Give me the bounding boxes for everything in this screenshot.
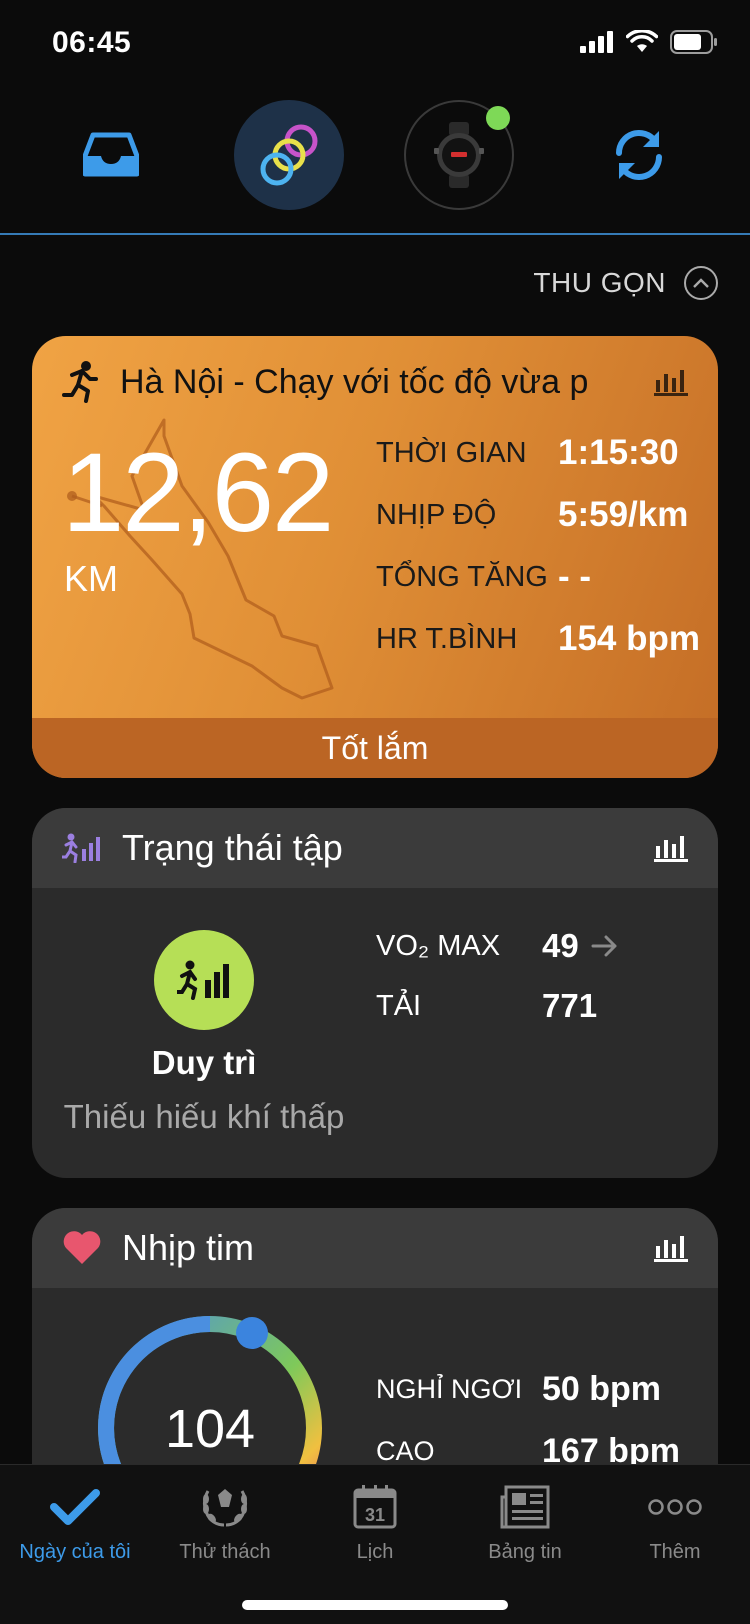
- status-icons: [580, 30, 718, 54]
- distance-value: 12,62: [62, 430, 334, 555]
- laurel-trophy-icon: [203, 1489, 247, 1527]
- distance-unit: KM: [64, 558, 118, 599]
- stat-row-vo2max: VO₂ MAX 49: [376, 916, 619, 976]
- stat-row-resting: NGHỈ NGƠI 50 bpm: [376, 1358, 680, 1420]
- more-icon: [648, 1499, 702, 1515]
- stat-value: 50 bpm: [542, 1369, 662, 1408]
- training-status-value: Duy trì: [151, 1044, 257, 1081]
- arrow-right-icon: [591, 935, 617, 957]
- rings-button[interactable]: [234, 100, 344, 210]
- stat-row-avg-hr: HR T.BÌNH 154 bpm: [376, 608, 700, 670]
- training-status-card[interactable]: Trạng thái tập Duy trì Thiếu hiếu khí th…: [32, 808, 718, 1178]
- stat-value: 1:15:30: [558, 433, 679, 472]
- battery-icon: [670, 30, 717, 54]
- stat-label: TẢI: [376, 989, 422, 1022]
- stat-value: - -: [558, 557, 592, 596]
- device-button[interactable]: [404, 100, 514, 210]
- home-indicator[interactable]: [242, 1600, 508, 1610]
- tab-label: Ngày của tôi: [19, 1541, 131, 1563]
- calendar-icon: 31: [353, 1485, 397, 1529]
- tab-my-day[interactable]: Ngày của tôi: [0, 1465, 150, 1585]
- heart-icon: [63, 1231, 101, 1264]
- maintaining-icon: [177, 960, 229, 1000]
- activity-header: Hà Nội - Chạy với tốc độ vừa p: [62, 356, 688, 408]
- training-status-title: Trạng thái tập: [122, 827, 343, 868]
- training-status-icon: [62, 833, 100, 863]
- stat-label: TỔNG TĂNG: [376, 560, 548, 593]
- stat-row-ascent: TỔNG TĂNG - -: [376, 546, 700, 608]
- heart-rate-card[interactable]: Nhịp tim 104 NGHỈ NGƠI 50 bpm CAO 167 bp…: [32, 1208, 718, 1508]
- training-status-detail: Thiếu hiếu khí thấp: [63, 1098, 345, 1135]
- wifi-icon: [626, 30, 658, 52]
- stat-value: 771: [542, 987, 598, 1024]
- checkmark-icon: [50, 1489, 100, 1525]
- device-connected-indicator: [486, 106, 510, 130]
- stat-label: NHỊP ĐỘ: [376, 498, 497, 531]
- training-status-body: Duy trì Thiếu hiếu khí thấp VO₂ MAX 49 T…: [32, 888, 718, 1178]
- inbox-button[interactable]: [56, 100, 166, 210]
- training-stats: VO₂ MAX 49 TẢI 771: [376, 916, 619, 1036]
- rings-icon: [260, 124, 318, 186]
- stat-value: 5:59/km: [558, 495, 689, 534]
- collapse-toggle[interactable]: THU GỌN: [533, 266, 718, 300]
- stat-value: 49: [542, 927, 619, 965]
- stat-label: THỜI GIAN: [376, 436, 527, 469]
- stat-label: VO₂ MAX: [376, 929, 501, 962]
- chevron-up-icon: [684, 266, 718, 300]
- tab-news-feed[interactable]: Bảng tin: [450, 1465, 600, 1585]
- tab-calendar[interactable]: 31 Lịch: [300, 1465, 450, 1585]
- heart-rate-current: 104: [164, 1399, 256, 1459]
- stat-label: CAO: [376, 1435, 435, 1466]
- bar-chart-icon[interactable]: [654, 368, 688, 396]
- running-icon: [62, 361, 98, 403]
- watch-icon: [434, 122, 484, 188]
- sync-button[interactable]: [584, 100, 694, 210]
- stat-row-time: THỜI GIAN 1:15:30: [376, 422, 700, 484]
- news-feed-icon: [500, 1485, 550, 1529]
- inbox-icon: [83, 132, 139, 177]
- activity-card[interactable]: Hà Nội - Chạy với tốc độ vừa p 12,62 KM …: [32, 336, 718, 778]
- sync-icon: [616, 130, 662, 180]
- stat-row-pace: NHỊP ĐỘ 5:59/km: [376, 484, 700, 546]
- stat-label: HR T.BÌNH: [376, 622, 518, 655]
- bar-chart-icon[interactable]: [654, 1234, 688, 1262]
- top-nav: [0, 100, 750, 220]
- tab-more[interactable]: Thêm: [600, 1465, 750, 1585]
- tab-label: Thêm: [649, 1541, 701, 1563]
- heart-rate-title: Nhịp tim: [122, 1227, 255, 1268]
- stat-label: NGHỈ NGƠI: [376, 1373, 523, 1404]
- tab-challenges[interactable]: Thử thách: [150, 1465, 300, 1585]
- activity-rating: Tốt lắm: [32, 718, 718, 778]
- nav-divider: [0, 233, 750, 235]
- tab-label: Thử thách: [179, 1541, 271, 1563]
- collapse-label: THU GỌN: [533, 267, 666, 298]
- status-bar: 06:45: [0, 0, 750, 90]
- bar-chart-icon[interactable]: [654, 834, 688, 862]
- calendar-day: 31: [365, 1505, 385, 1525]
- vo2max-value: 49: [542, 927, 579, 964]
- tab-label: Bảng tin: [488, 1541, 562, 1563]
- activity-stats: THỜI GIAN 1:15:30 NHỊP ĐỘ 5:59/km TỔNG T…: [376, 422, 700, 670]
- heart-rate-header: Nhịp tim: [32, 1208, 718, 1288]
- activity-title: Hà Nội - Chạy với tốc độ vừa p: [120, 362, 589, 401]
- status-time: 06:45: [52, 26, 132, 59]
- tab-label: Lịch: [356, 1541, 394, 1563]
- stat-value: 154 bpm: [558, 619, 700, 658]
- training-status-header: Trạng thái tập: [32, 808, 718, 888]
- training-status-badge: [154, 930, 254, 1030]
- stat-row-load: TẢI 771: [376, 976, 619, 1036]
- cellular-signal-icon: [580, 31, 613, 53]
